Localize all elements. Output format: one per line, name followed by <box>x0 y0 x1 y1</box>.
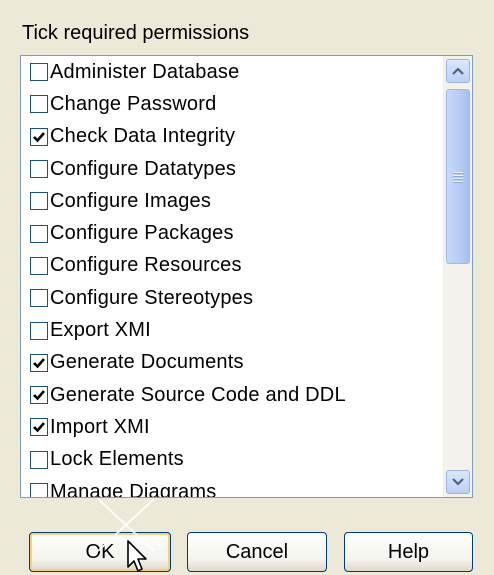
permission-checkbox[interactable] <box>30 95 48 114</box>
checkmark-icon <box>33 357 45 369</box>
permission-label: Configure Packages <box>50 222 234 245</box>
permission-item[interactable]: Configure Datatypes <box>21 153 443 185</box>
permission-label: Configure Images <box>50 189 212 212</box>
permission-item[interactable]: Generate Documents <box>21 347 443 379</box>
permission-checkbox[interactable] <box>30 289 48 308</box>
permissions-list: Administer Database Change Password Check … <box>21 56 443 497</box>
permission-checkbox[interactable] <box>30 483 48 497</box>
permission-item[interactable]: Configure Stereotypes <box>21 282 443 314</box>
permission-label: Lock Elements <box>50 448 184 471</box>
arrow-down-icon <box>452 478 464 486</box>
vertical-scrollbar[interactable] <box>443 56 472 497</box>
ok-button[interactable]: OK <box>29 532 171 572</box>
permission-checkbox[interactable] <box>30 127 48 146</box>
permission-label: Generate Source Code and DDL <box>50 383 346 406</box>
scroll-thumb[interactable] <box>446 89 470 264</box>
scroll-down-button[interactable] <box>446 470 470 494</box>
permission-checkbox[interactable] <box>30 224 48 243</box>
permission-checkbox[interactable] <box>30 256 48 275</box>
permission-checkbox[interactable] <box>30 418 48 437</box>
arrow-up-icon <box>452 67 464 75</box>
permission-label: Administer Database <box>50 60 240 83</box>
permission-checkbox[interactable] <box>30 63 48 82</box>
help-button[interactable]: Help <box>344 532 473 572</box>
permission-item[interactable]: Check Data Integrity <box>21 121 443 153</box>
permission-label: Export XMI <box>50 319 151 342</box>
permission-label: Check Data Integrity <box>50 125 236 148</box>
permission-item[interactable]: Import XMI <box>21 411 443 443</box>
permission-checkbox[interactable] <box>30 353 48 372</box>
permissions-listbox[interactable]: Administer Database Change Password Check … <box>20 55 473 498</box>
checkmark-icon <box>33 390 45 401</box>
permission-label: Configure Datatypes <box>50 157 237 180</box>
permission-item[interactable]: Generate Source Code and DDL <box>21 379 443 411</box>
permission-label: Manage Diagrams <box>50 480 217 498</box>
permission-checkbox[interactable] <box>30 160 48 179</box>
permission-label: Configure Resources <box>50 254 242 277</box>
grip-icon <box>453 170 463 184</box>
permission-label: Generate Documents <box>50 351 244 374</box>
permission-checkbox[interactable] <box>30 321 48 340</box>
permission-checkbox[interactable] <box>30 386 48 405</box>
permission-item[interactable]: Change Password <box>21 88 443 120</box>
permission-checkbox[interactable] <box>30 192 48 211</box>
permission-item[interactable]: Configure Packages <box>21 217 443 249</box>
checkmark-icon <box>33 131 45 143</box>
permission-label: Change Password <box>50 92 217 115</box>
permission-checkbox[interactable] <box>30 450 48 469</box>
permissions-heading: Tick required permissions <box>22 22 250 44</box>
permission-item[interactable]: Configure Images <box>21 185 443 217</box>
permission-item[interactable]: Export XMI <box>21 314 443 346</box>
scroll-up-button[interactable] <box>446 59 470 83</box>
permission-item[interactable]: Manage Diagrams <box>21 476 443 497</box>
permission-label: Import XMI <box>50 415 150 438</box>
permission-item[interactable]: Lock Elements <box>21 444 443 476</box>
cancel-button[interactable]: Cancel <box>187 532 327 572</box>
permission-label: Configure Stereotypes <box>50 286 254 309</box>
checkmark-icon <box>33 422 45 433</box>
permission-item[interactable]: Configure Resources <box>21 250 443 282</box>
permission-item[interactable]: Administer Database <box>21 56 443 88</box>
